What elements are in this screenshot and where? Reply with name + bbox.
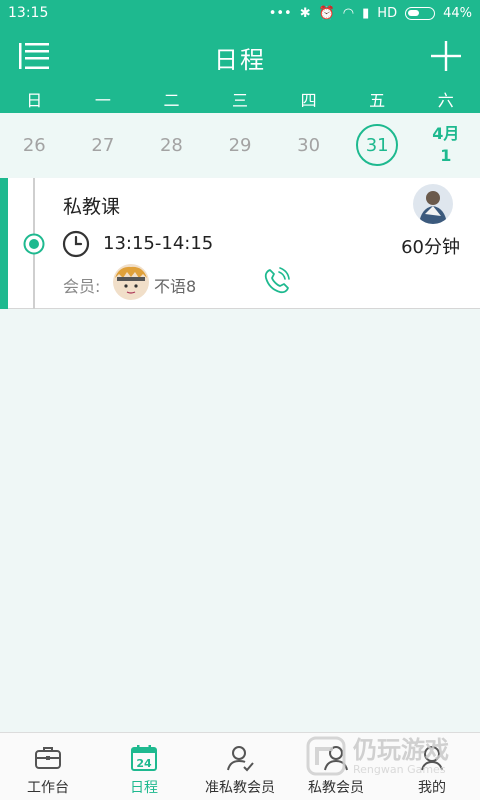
coach-avatar-image xyxy=(413,184,453,224)
weekday-label: 二 xyxy=(163,91,180,110)
briefcase-icon xyxy=(35,747,61,769)
weekday-label: 四 xyxy=(300,91,317,110)
more-dots-icon: ••• xyxy=(268,5,292,21)
weekday-label: 五 xyxy=(369,91,386,110)
date-row: 26 27 28 29 30 31 4月 1 xyxy=(0,113,480,177)
status-bar: 13:15 ••• ✱ ⏰ ◠ ▮ HD 44% xyxy=(0,0,480,26)
watermark: 仍玩游戏 Rengwan Games xyxy=(305,735,449,777)
date-cell-next-month[interactable]: 4月 1 xyxy=(411,113,480,177)
date-cell-selected[interactable]: 31 xyxy=(343,113,412,177)
alarm-icon: ⏰ xyxy=(318,5,335,21)
tab-label: 我的 xyxy=(418,780,446,796)
list-menu-button[interactable] xyxy=(18,42,50,70)
tab-label: 私教会员 xyxy=(308,780,364,796)
calendar-icon: 24 xyxy=(131,745,157,771)
appointment-card[interactable]: 私教课 13:15-14:15 60分钟 会员: 不语8 xyxy=(0,178,480,309)
tab-label: 工作台 xyxy=(27,780,69,796)
member-name: 不语8 xyxy=(154,277,197,296)
clock-icon xyxy=(62,230,90,258)
tab-prospective-members[interactable]: 准私教会员 xyxy=(192,733,288,800)
wifi-icon: ◠ xyxy=(342,5,355,21)
timeline-dot-icon xyxy=(23,233,45,255)
date-number: 29 xyxy=(228,134,252,156)
watermark-logo-icon xyxy=(306,736,346,776)
tab-label: 准私教会员 xyxy=(205,780,275,796)
page-title: 日程 xyxy=(214,45,266,74)
add-schedule-button[interactable] xyxy=(430,40,462,72)
tab-workbench[interactable]: 工作台 xyxy=(0,733,96,800)
date-number: 27 xyxy=(91,134,115,156)
weekday-label: 六 xyxy=(437,91,454,110)
status-time: 13:15 xyxy=(8,5,49,21)
watermark-en: Rengwan Games xyxy=(353,762,446,776)
battery-icon xyxy=(405,6,436,20)
course-title: 私教课 xyxy=(63,196,121,218)
phone-icon xyxy=(264,267,290,294)
date-number: 26 xyxy=(22,134,46,156)
weekday-label: 一 xyxy=(94,91,111,110)
list-menu-icon xyxy=(19,43,49,69)
bluetooth-icon: ✱ xyxy=(299,5,311,21)
tab-schedule[interactable]: 24 日程 xyxy=(96,733,192,800)
next-month-label: 4月 xyxy=(432,124,460,143)
network-label: HD xyxy=(377,5,398,21)
calendar-badge-text: 24 xyxy=(136,757,152,770)
weekday-label: 日 xyxy=(26,91,43,110)
next-day-number: 1 xyxy=(440,146,452,165)
date-cell[interactable]: 26 xyxy=(0,113,69,177)
user-check-icon xyxy=(227,746,254,772)
coach-avatar[interactable] xyxy=(413,184,453,224)
tab-label: 日程 xyxy=(130,780,158,796)
selected-date-number: 31 xyxy=(356,124,399,166)
member-avatar[interactable] xyxy=(113,264,149,300)
card-accent-bar xyxy=(0,178,8,309)
time-range: 13:15-14:15 xyxy=(103,233,214,254)
member-label: 会员: xyxy=(63,277,101,296)
date-cell[interactable]: 30 xyxy=(274,113,343,177)
plus-icon xyxy=(431,41,461,71)
battery-percent: 44% xyxy=(443,5,472,21)
date-cell[interactable]: 27 xyxy=(69,113,138,177)
weekday-row: 日 一 二 三 四 五 六 xyxy=(0,88,480,113)
status-icons: ••• ✱ ⏰ ◠ ▮ HD 44% xyxy=(269,6,472,21)
signal-icon: ▮ xyxy=(362,5,370,21)
duration-label: 60分钟 xyxy=(401,237,460,258)
weekday-label: 三 xyxy=(232,91,249,110)
watermark-text: 仍玩游戏 Rengwan Games xyxy=(353,737,449,776)
date-number: 28 xyxy=(159,134,183,156)
date-cell[interactable]: 28 xyxy=(137,113,206,177)
date-number: 30 xyxy=(297,134,321,156)
member-avatar-image xyxy=(113,264,149,300)
app-header: 日程 xyxy=(0,26,480,88)
watermark-cn: 仍玩游戏 xyxy=(353,735,449,764)
date-cell[interactable]: 29 xyxy=(206,113,275,177)
call-member-button[interactable] xyxy=(262,266,292,296)
